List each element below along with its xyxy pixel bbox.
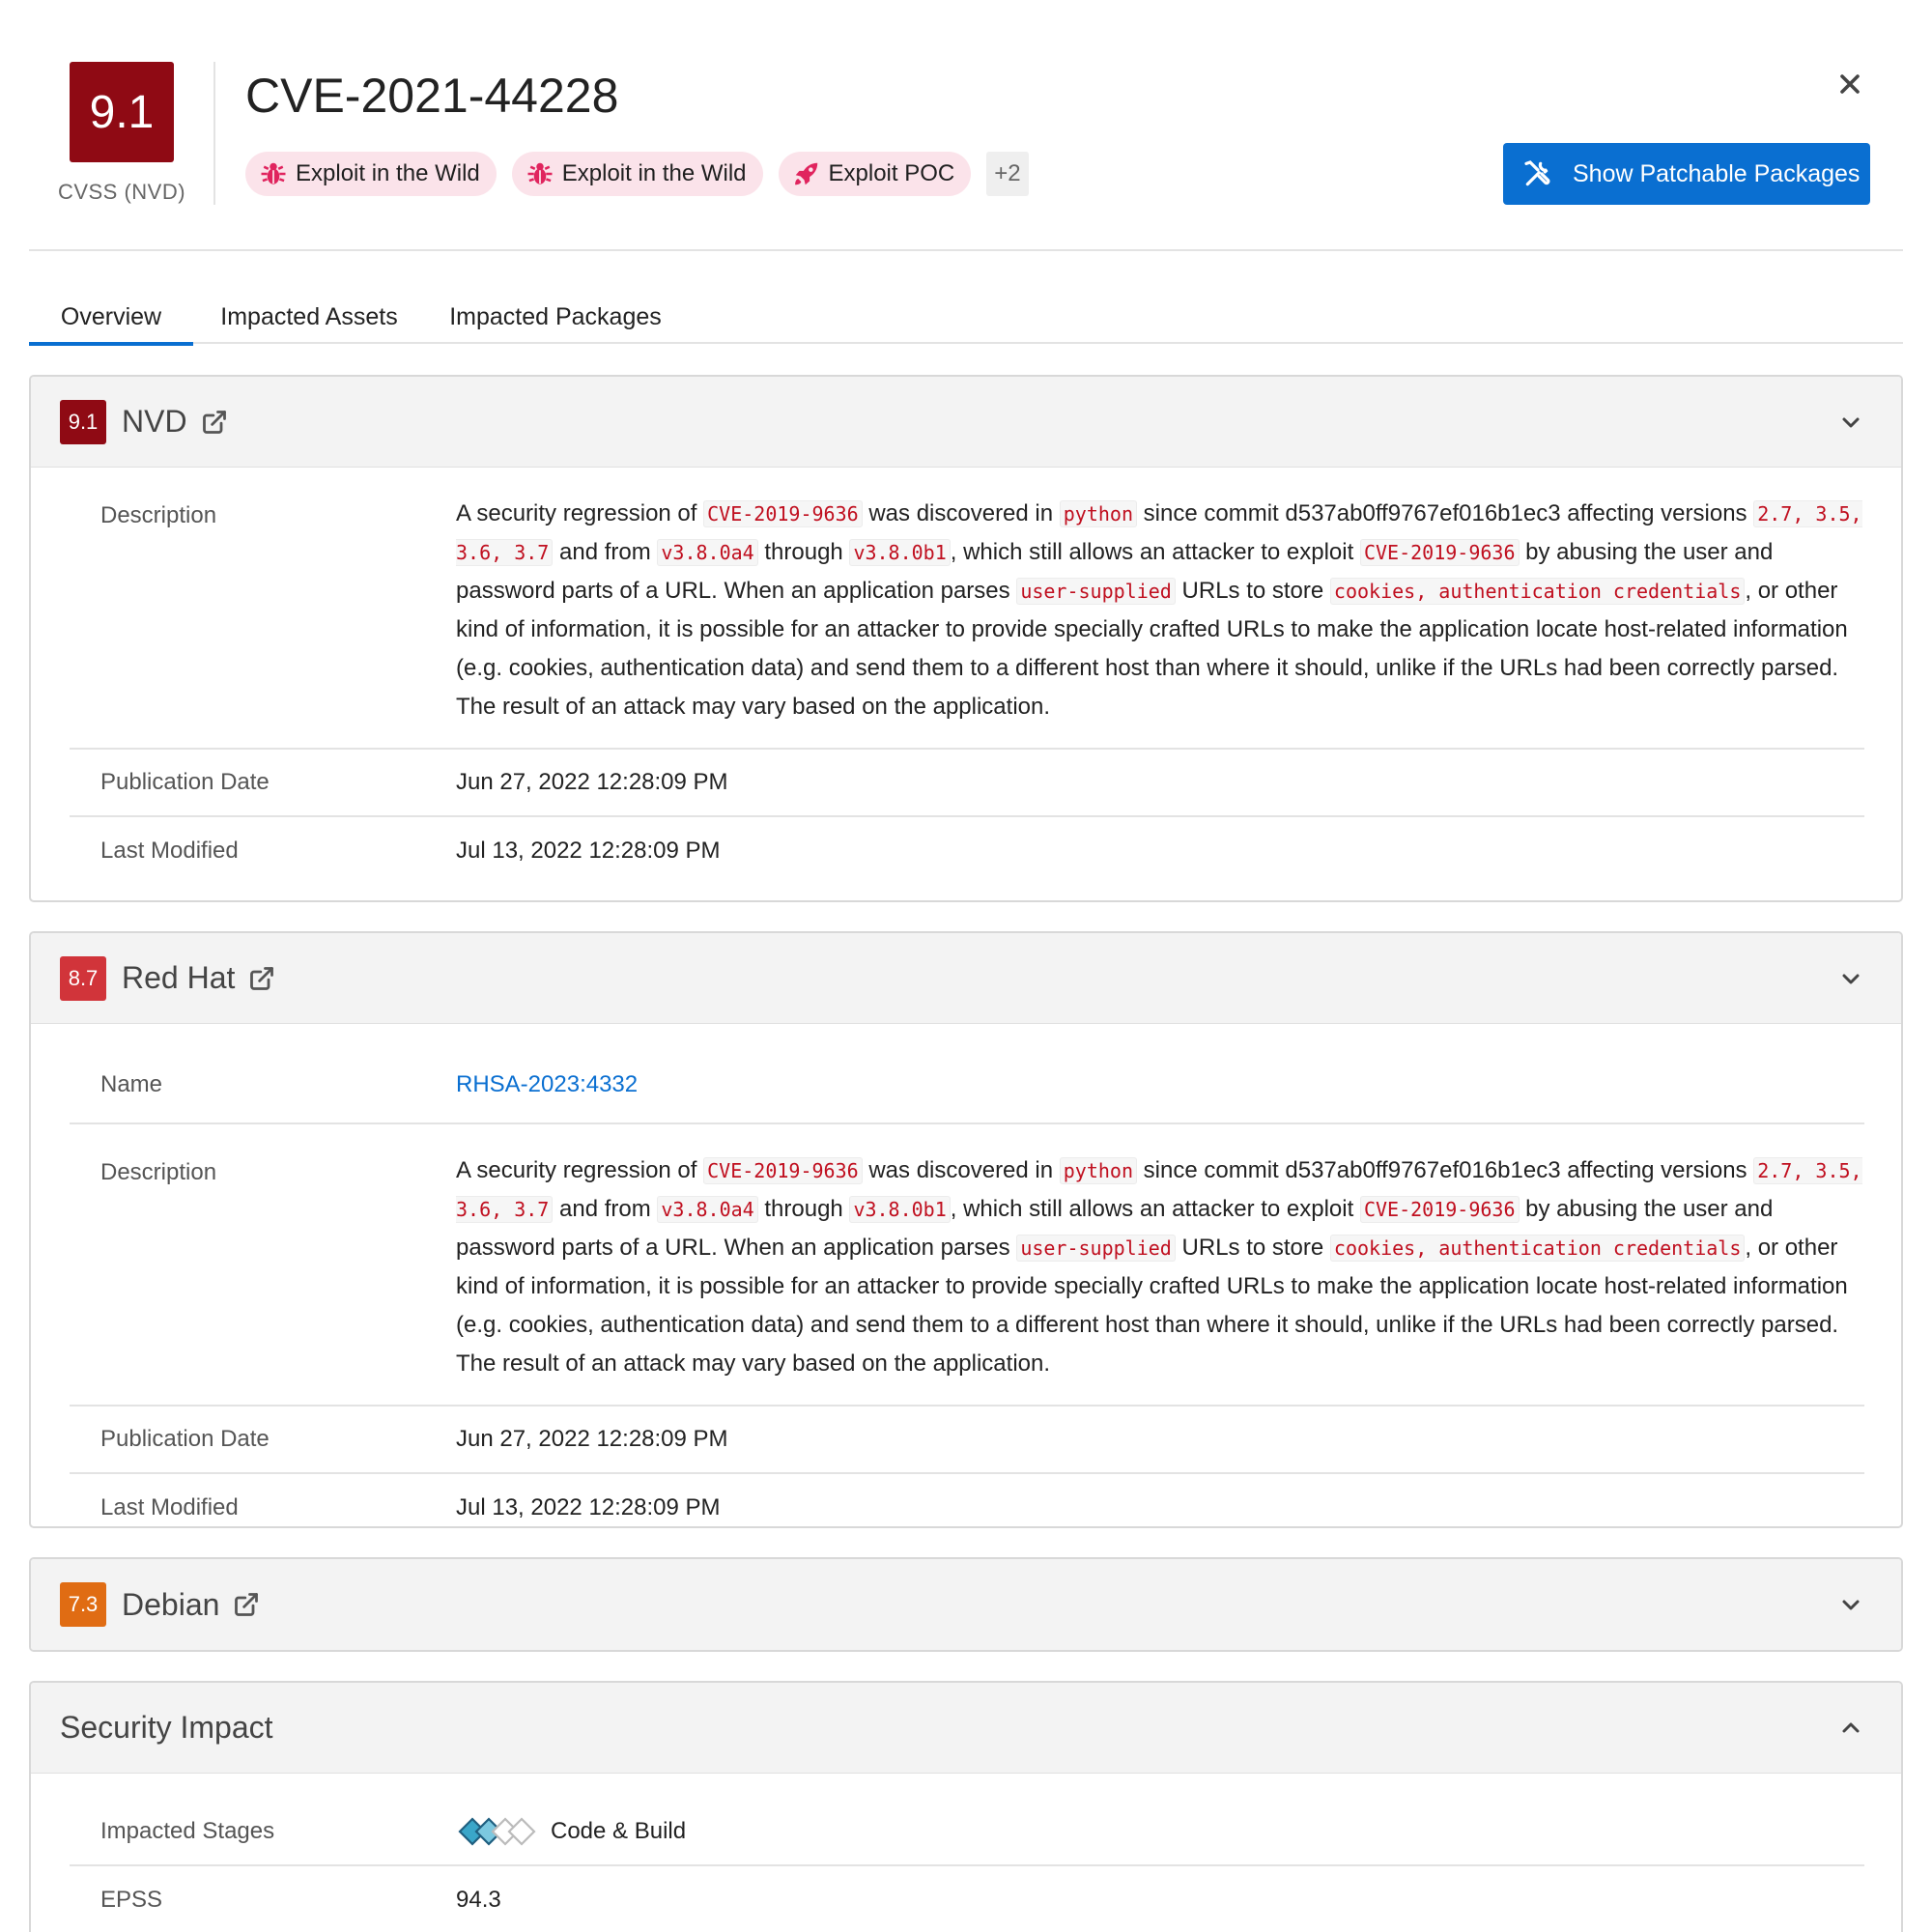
epss-label: EPSS [100, 1887, 163, 1913]
name-label: Name [100, 1071, 163, 1097]
redhat-description-text: A security regression of CVE-2019-9636 w… [456, 1157, 1862, 1377]
impacted-stages-row: Impacted Stages Code & Build [70, 1799, 1864, 1866]
debian-card: 7.3 Debian [29, 1557, 1903, 1652]
security-impact-card: Security Impact Impacted Stages Code & B… [29, 1681, 1903, 1932]
nvd-score-badge: 9.1 [60, 399, 106, 444]
nvd-description-text: A security regression of CVE-2019-9636 w… [456, 500, 1862, 720]
impacted-stage-name: Code & Build [551, 1818, 687, 1844]
stages-diamond-icon [458, 1817, 536, 1846]
external-link-icon[interactable] [233, 1591, 260, 1618]
nvd-description-row: Description A security regression of CVE… [70, 468, 1864, 750]
redhat-card-header[interactable]: 8.7 Red Hat [31, 933, 1901, 1024]
description-label: Description [100, 1159, 217, 1185]
last-modified-label: Last Modified [100, 838, 239, 864]
cve-title: CVE-2021-44228 [245, 69, 619, 123]
external-link-icon[interactable] [201, 409, 228, 436]
external-link-icon[interactable] [248, 965, 275, 992]
redhat-source-name: Red Hat [122, 960, 236, 995]
tab-impacted-assets[interactable]: Impacted Assets [193, 290, 425, 344]
redhat-card: 8.7 Red Hat Name RHSA-2023:4332 Descript… [29, 931, 1903, 1528]
chevron-down-icon[interactable] [1839, 411, 1862, 434]
close-icon [1840, 74, 1860, 94]
epss-row: EPSS 94.3 [70, 1866, 1864, 1932]
tag-label: Exploit in the Wild [296, 160, 480, 186]
nvd-last-modified: Jul 13, 2022 12:28:09 PM [456, 838, 721, 864]
tag-label: Exploit POC [828, 160, 955, 186]
tab-bar: Overview Impacted Assets Impacted Packag… [29, 290, 1903, 346]
show-patchable-packages-label: Show Patchable Packages [1573, 159, 1861, 187]
redhat-advisory-link[interactable]: RHSA-2023:4332 [456, 1071, 1864, 1098]
impacted-stages-label: Impacted Stages [100, 1818, 275, 1844]
nvd-card-body: Description A security regression of CVE… [31, 468, 1901, 885]
security-impact-body: Impacted Stages Code & Build EPSS 94.3 [31, 1774, 1901, 1932]
nvd-source-name: NVD [122, 404, 187, 439]
tab-overview[interactable]: Overview [29, 290, 193, 346]
nvd-last-modified-row: Last Modified Jul 13, 2022 12:28:09 PM [70, 817, 1864, 885]
nvd-publication-date-row: Publication Date Jun 27, 2022 12:28:09 P… [70, 750, 1864, 817]
redhat-last-modified: Jul 13, 2022 12:28:09 PM [456, 1494, 721, 1520]
tools-icon [1524, 160, 1550, 186]
debian-source-name: Debian [122, 1586, 220, 1622]
tag-list: Exploit in the Wild Exploit in the Wild … [245, 152, 1029, 196]
tab-impacted-packages[interactable]: Impacted Packages [425, 290, 686, 344]
nvd-card: 9.1 NVD Description A security regressio… [29, 375, 1903, 902]
bug-icon [261, 162, 286, 185]
rocket-icon [794, 162, 817, 185]
debian-card-header[interactable]: 7.3 Debian [31, 1559, 1901, 1650]
show-patchable-packages-button[interactable]: Show Patchable Packages [1503, 143, 1870, 205]
cvss-score-box: 9.1 [70, 62, 174, 162]
tag-exploit-in-the-wild-2: Exploit in the Wild [511, 152, 763, 196]
description-label: Description [100, 502, 217, 528]
tag-exploit-poc: Exploit POC [778, 152, 972, 196]
chevron-down-icon[interactable] [1839, 1593, 1862, 1616]
publication-date-label: Publication Date [100, 1426, 270, 1452]
security-impact-title: Security Impact [60, 1710, 273, 1745]
redhat-last-modified-row: Last Modified Jul 13, 2022 12:28:09 PM [70, 1474, 1864, 1526]
nvd-publication-date: Jun 27, 2022 12:28:09 PM [456, 769, 728, 795]
chevron-down-icon[interactable] [1839, 967, 1862, 990]
redhat-publication-date: Jun 27, 2022 12:28:09 PM [456, 1426, 728, 1452]
redhat-card-body: Name RHSA-2023:4332 Description A securi… [31, 1024, 1901, 1526]
publication-date-label: Publication Date [100, 769, 270, 795]
redhat-name-row: Name RHSA-2023:4332 [70, 1024, 1864, 1124]
tag-label: Exploit in the Wild [561, 160, 747, 186]
last-modified-label: Last Modified [100, 1494, 239, 1520]
close-button[interactable] [1833, 68, 1866, 100]
epss-value: 94.3 [456, 1887, 501, 1913]
redhat-score-badge: 8.7 [60, 955, 106, 1001]
tag-exploit-in-the-wild-1: Exploit in the Wild [245, 152, 497, 196]
header-bottom-divider [29, 249, 1903, 251]
impacted-stages-value: Code & Build [456, 1815, 1864, 1848]
cvss-score-caption: CVSS (NVD) [57, 180, 186, 204]
nvd-card-header[interactable]: 9.1 NVD [31, 377, 1901, 468]
header-divider [213, 62, 215, 205]
redhat-publication-date-row: Publication Date Jun 27, 2022 12:28:09 P… [70, 1406, 1864, 1474]
bug-icon [527, 162, 553, 185]
debian-score-badge: 7.3 [60, 1582, 106, 1627]
security-impact-header[interactable]: Security Impact [31, 1683, 1901, 1774]
more-tags-button[interactable]: +2 [986, 152, 1029, 196]
redhat-description-row: Description A security regression of CVE… [70, 1124, 1864, 1406]
chevron-up-icon[interactable] [1839, 1717, 1862, 1740]
cve-header: 9.1 CVSS (NVD) CVE-2021-44228 Exploit in… [0, 0, 1932, 251]
